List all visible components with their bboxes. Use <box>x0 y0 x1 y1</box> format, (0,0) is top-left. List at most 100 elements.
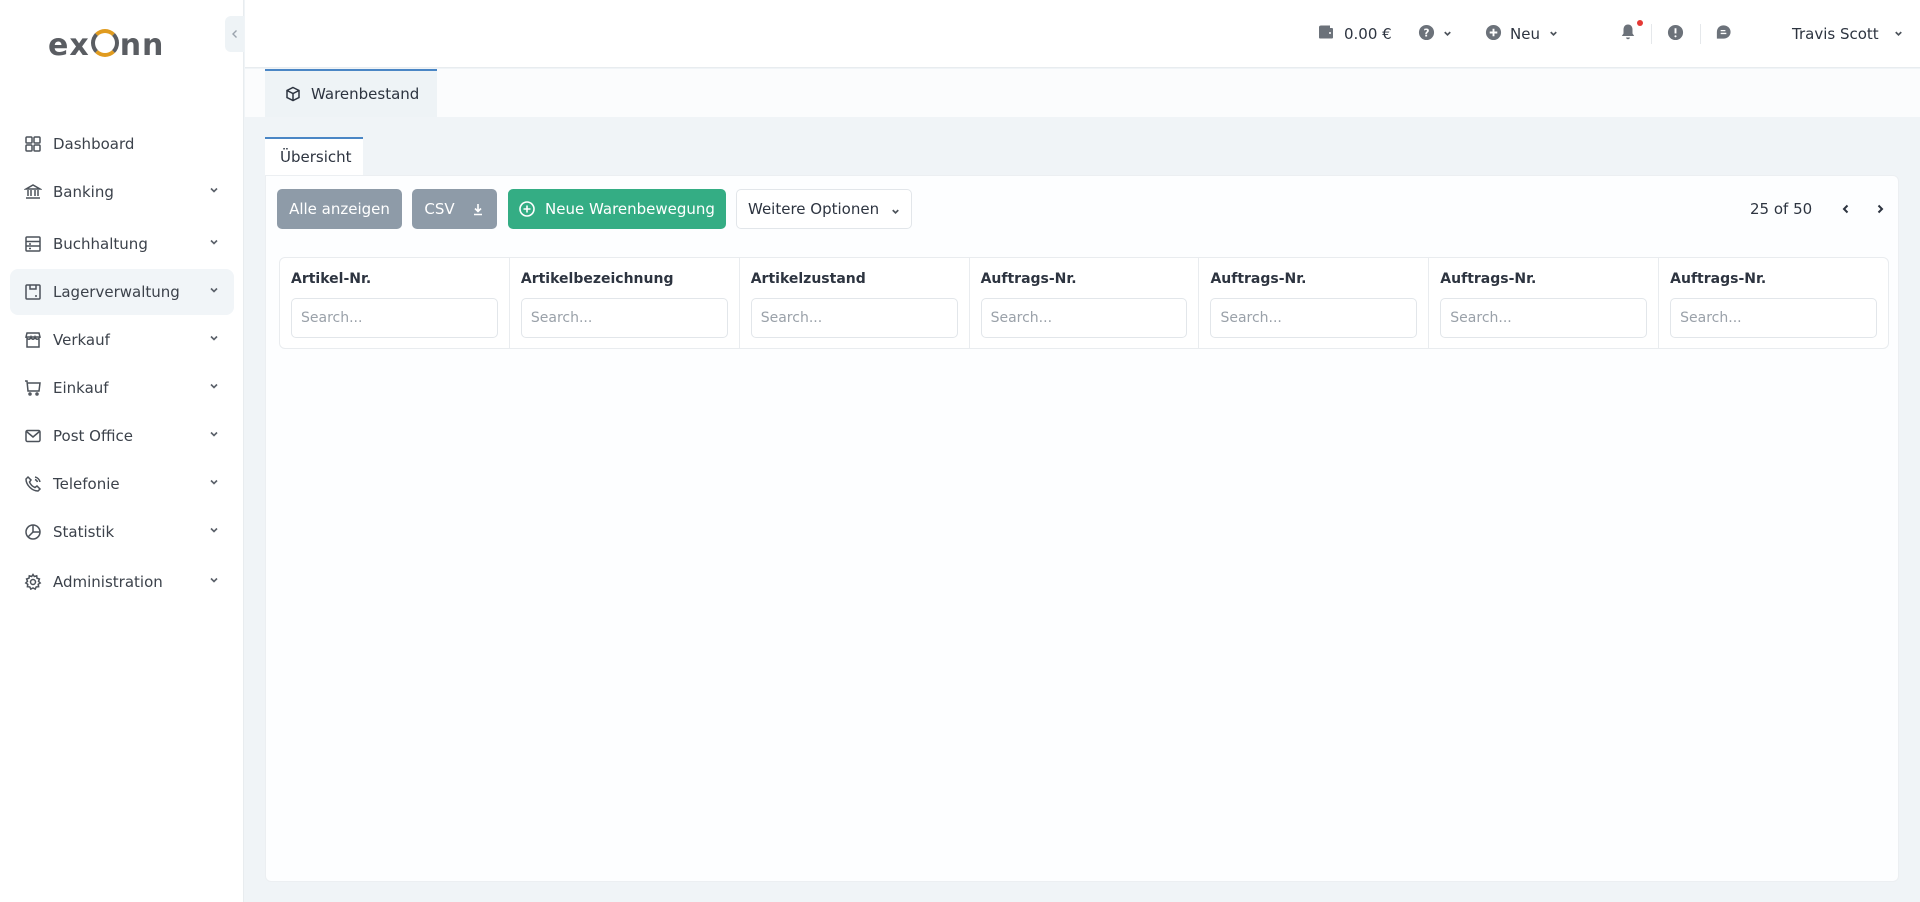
tab-label: Warenbestand <box>311 85 420 103</box>
help-menu[interactable]: ? <box>1418 0 1453 68</box>
sidebar-item-label: Statistik <box>53 523 115 541</box>
header-divider <box>1651 24 1652 44</box>
show-all-button[interactable]: Alle anzeigen <box>277 189 402 229</box>
sidebar-item-buchhaltung[interactable]: Buchhaltung <box>10 221 234 267</box>
column-header[interactable]: Auftrags-Nr. <box>981 268 1188 292</box>
cart-icon <box>24 379 42 397</box>
help-icon: ? <box>1418 24 1435 45</box>
mail-icon <box>24 427 42 445</box>
chat-button[interactable] <box>1715 0 1732 68</box>
sidebar-item-banking[interactable]: Banking <box>10 169 234 215</box>
csv-label: CSV <box>424 200 455 218</box>
balance-display[interactable]: 0.00 € <box>1317 0 1392 68</box>
sidebar-item-administration[interactable]: Administration <box>10 559 234 605</box>
column-header[interactable]: Auftrags-Nr. <box>1670 268 1877 292</box>
gear-icon <box>24 573 42 591</box>
search-input[interactable] <box>750 298 958 338</box>
column-header[interactable]: Artikelzustand <box>751 268 958 292</box>
search-input[interactable] <box>520 298 728 338</box>
search-input[interactable] <box>980 298 1188 338</box>
chevron-down-icon <box>1442 25 1453 43</box>
alert-icon <box>1667 24 1684 45</box>
chevron-down-icon <box>208 574 220 590</box>
bank-icon <box>24 183 42 201</box>
show-all-label: Alle anzeigen <box>289 200 390 218</box>
user-name: Travis Scott <box>1792 25 1879 43</box>
chevron-down-icon <box>208 284 220 300</box>
logo-swirl-icon <box>90 29 119 57</box>
new-stock-movement-button[interactable]: Neue Warenbewegung <box>508 189 726 229</box>
new-stock-movement-label: Neue Warenbewegung <box>545 200 715 218</box>
sidebar-item-lagerverwaltung[interactable]: Lagerverwaltung <box>10 269 234 315</box>
ledger-icon <box>24 235 42 253</box>
column-header[interactable]: Auftrags-Nr. <box>1440 268 1647 292</box>
sidebar-item-einkauf[interactable]: Einkauf <box>10 365 234 411</box>
table-column: Artikelbezeichnung <box>510 258 740 348</box>
sidebar-item-label: Verkauf <box>53 331 110 349</box>
sidebar-nav: Dashboard Banking Buchhaltung Lagerverwa… <box>10 124 234 605</box>
page-tab-bar: Warenbestand <box>245 69 1920 117</box>
pagination-info: 25 of 50 <box>1750 200 1813 218</box>
more-options-select[interactable]: Weitere Optionen <box>736 189 912 229</box>
column-header[interactable]: Artikelbezeichnung <box>521 268 728 292</box>
table-column: Artikel-Nr. <box>280 258 510 348</box>
search-input[interactable] <box>1440 298 1648 338</box>
sidebar-item-label: Telefonie <box>53 475 120 493</box>
chevron-down-icon <box>208 380 220 396</box>
next-page-button[interactable] <box>1868 189 1892 229</box>
grid-icon <box>24 135 42 153</box>
sidebar-item-statistik[interactable]: Statistik <box>10 509 234 555</box>
sidebar: ex nn Dashboard Banking Buchhaltung Lage… <box>0 0 244 902</box>
sidebar-item-telefonie[interactable]: Telefonie <box>10 461 234 507</box>
pie-chart-icon <box>24 523 42 541</box>
notifications-button[interactable] <box>1619 0 1637 68</box>
chevron-down-icon <box>208 332 220 348</box>
chevron-down-icon <box>208 428 220 444</box>
tab-warenbestand[interactable]: Warenbestand <box>265 69 437 117</box>
new-menu[interactable]: Neu <box>1485 0 1559 68</box>
bell-icon <box>1619 23 1637 45</box>
user-menu[interactable]: Travis Scott <box>1792 0 1904 68</box>
plus-circle-icon <box>519 201 535 217</box>
chevron-down-icon <box>208 524 220 540</box>
table-column: Auftrags-Nr. <box>1659 258 1888 348</box>
sidebar-item-label: Post Office <box>53 427 133 445</box>
sidebar-item-verkauf[interactable]: Verkauf <box>10 317 234 363</box>
column-header[interactable]: Auftrags-Nr. <box>1210 268 1417 292</box>
box-icon <box>24 283 42 301</box>
logo-text-left: ex <box>48 27 90 63</box>
cube-icon <box>286 86 300 102</box>
sidebar-item-post-office[interactable]: Post Office <box>10 413 234 459</box>
sidebar-collapse-button[interactable] <box>225 16 244 52</box>
previous-page-button[interactable] <box>1834 189 1858 229</box>
column-header[interactable]: Artikel-Nr. <box>291 268 498 292</box>
sidebar-item-label: Banking <box>53 183 114 201</box>
store-icon <box>24 331 42 349</box>
table-column: Artikelzustand <box>740 258 970 348</box>
sidebar-item-label: Lagerverwaltung <box>53 283 180 301</box>
download-icon <box>473 204 482 216</box>
logo-text-right: nn <box>119 27 165 63</box>
sidebar-item-dashboard[interactable]: Dashboard <box>10 124 234 164</box>
stock-table-filters: Artikel-Nr. Artikelbezeichnung Artikelzu… <box>279 257 1889 349</box>
header-divider <box>1700 24 1701 44</box>
search-input[interactable] <box>1670 298 1878 338</box>
table-column: Auftrags-Nr. <box>1199 258 1430 348</box>
plus-circle-icon <box>1485 24 1502 45</box>
chevron-down-icon <box>208 236 220 252</box>
chevron-left-icon <box>231 30 237 38</box>
search-input[interactable] <box>1210 298 1418 338</box>
svg-text:?: ? <box>1423 27 1429 39</box>
sidebar-item-label: Administration <box>53 573 163 591</box>
chat-icon <box>1715 24 1732 45</box>
csv-export-button[interactable]: CSV <box>412 189 497 229</box>
chevron-down-icon <box>1893 25 1904 43</box>
subtab-uebersicht[interactable]: Übersicht <box>265 137 363 175</box>
sidebar-item-label: Dashboard <box>53 135 135 153</box>
alerts-button[interactable] <box>1667 0 1684 68</box>
exonn-logo[interactable]: ex nn <box>48 26 198 64</box>
table-column: Auftrags-Nr. <box>1429 258 1660 348</box>
search-input[interactable] <box>291 298 498 338</box>
balance-value: 0.00 € <box>1344 25 1392 43</box>
wallet-icon <box>1317 23 1335 45</box>
